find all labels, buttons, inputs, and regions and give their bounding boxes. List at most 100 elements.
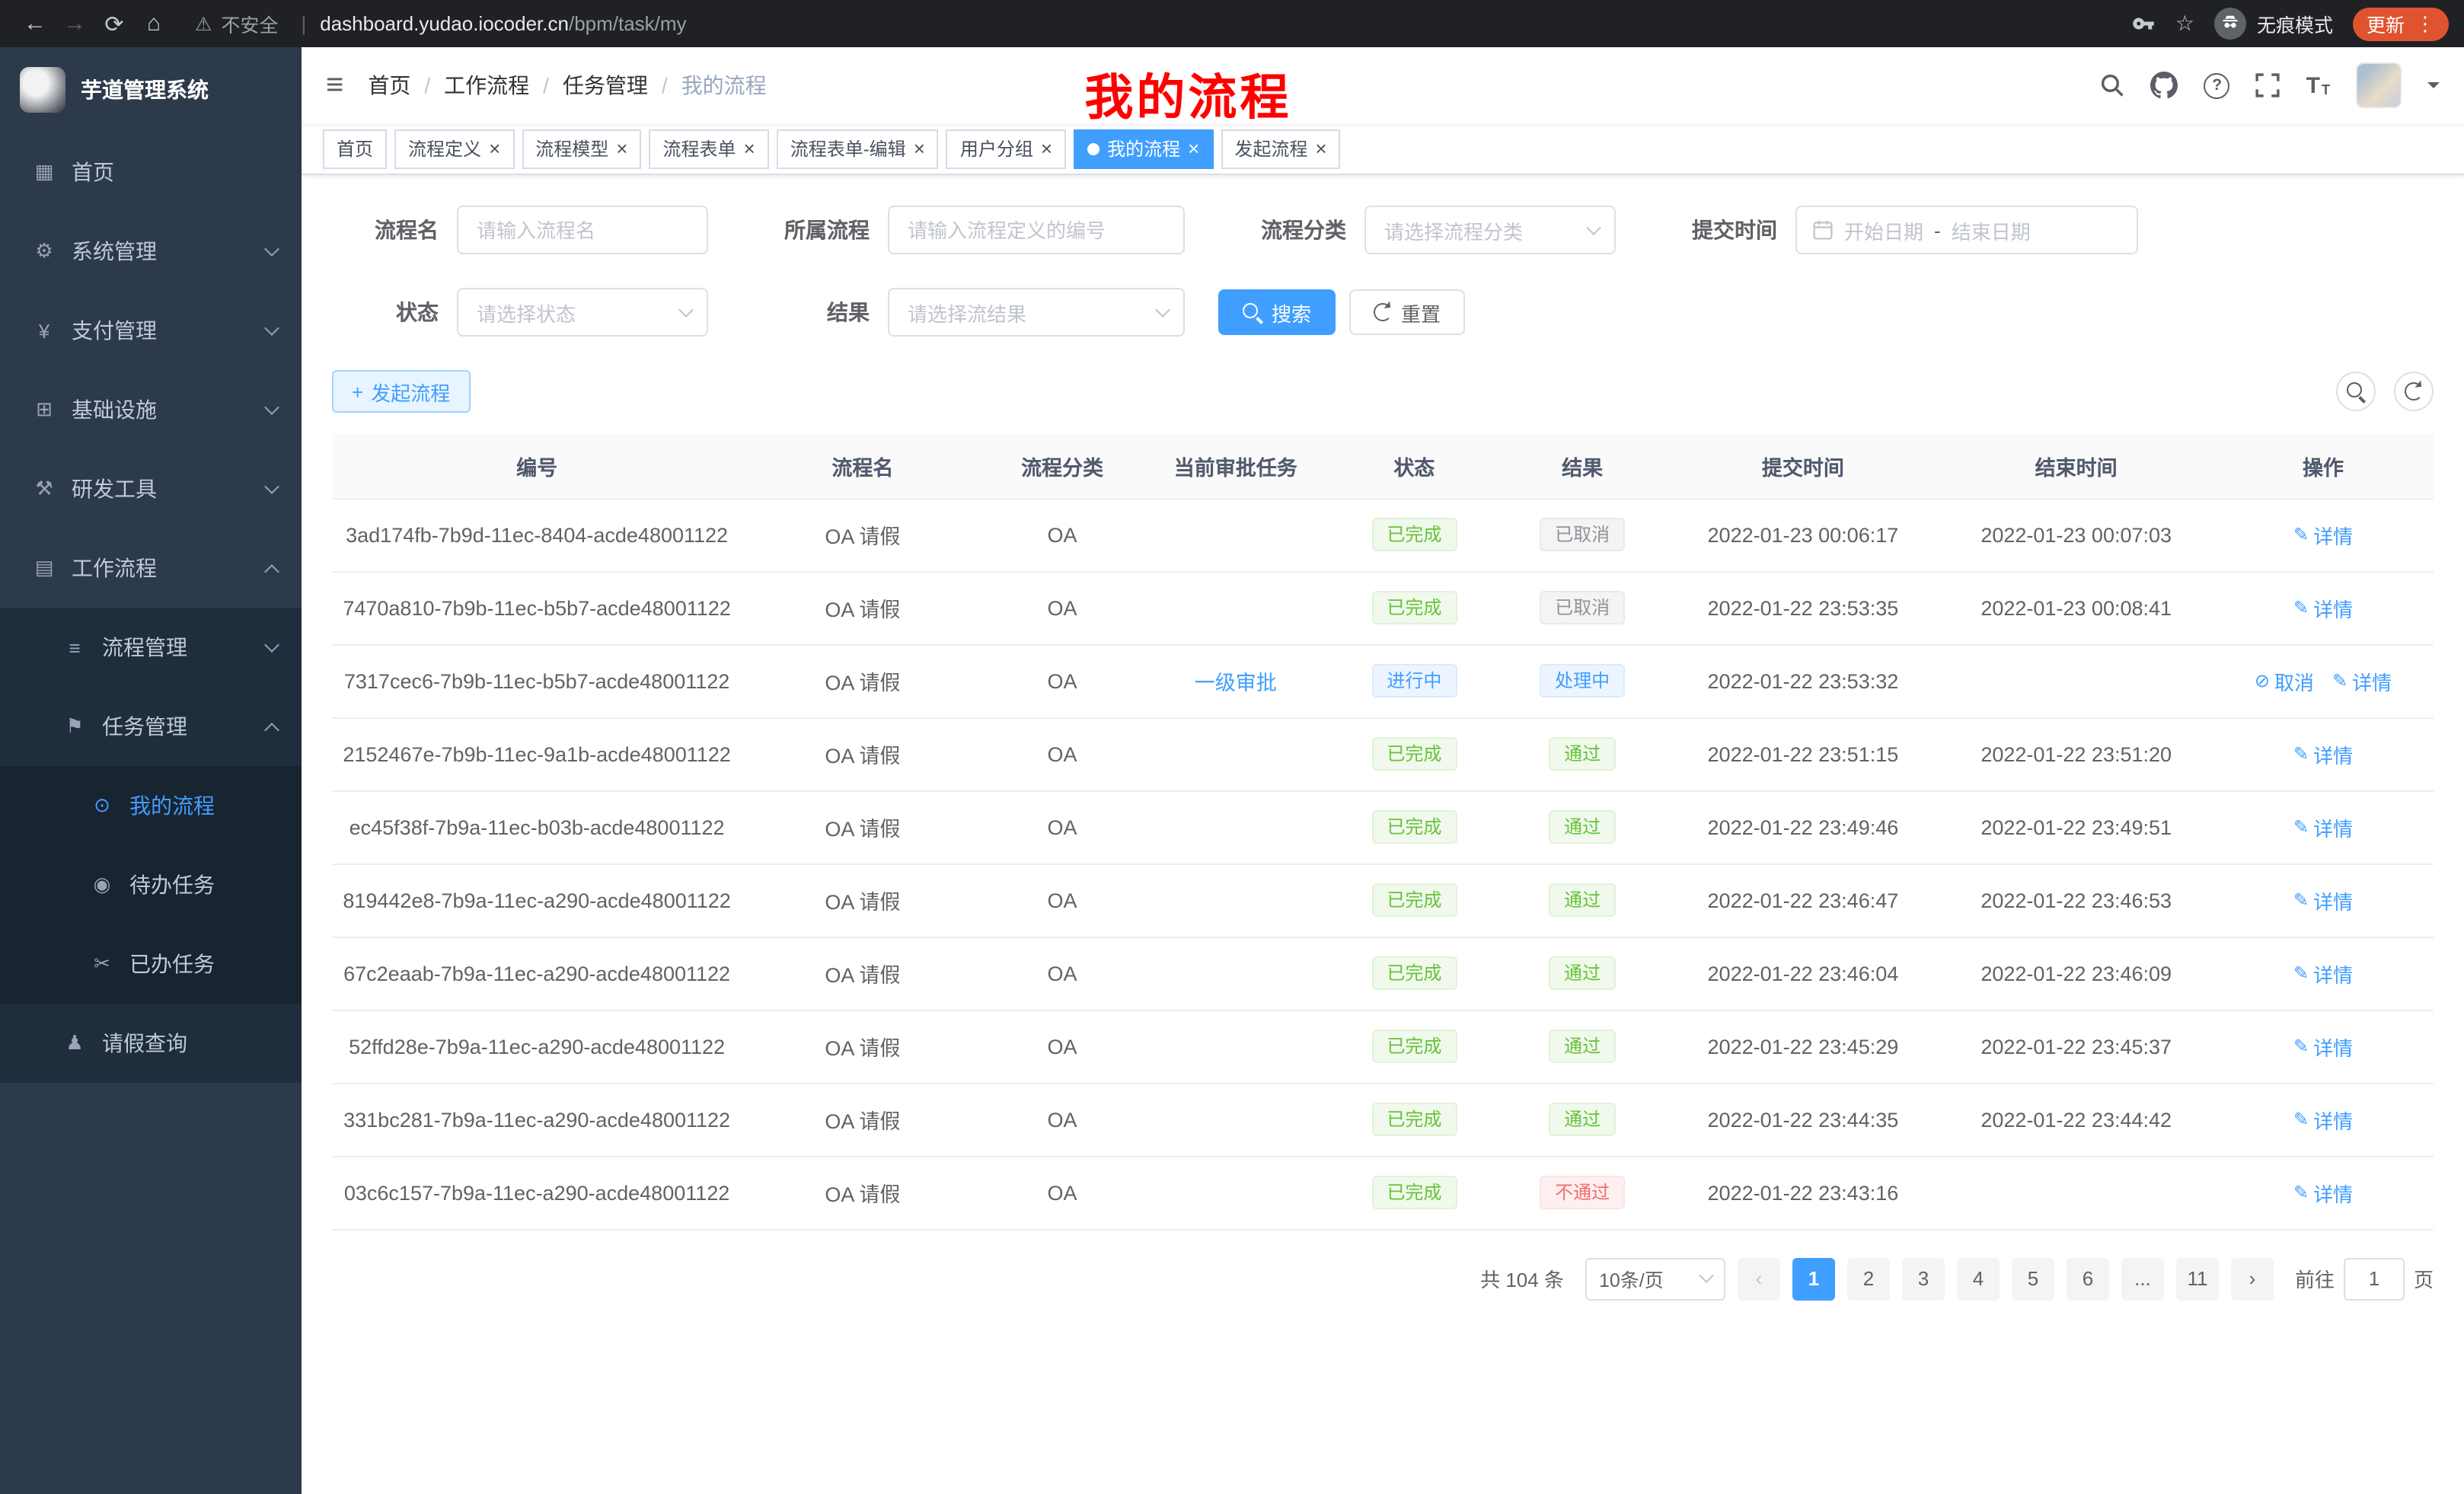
tab-我的流程[interactable]: 我的流程 × bbox=[1074, 129, 1213, 168]
detail-action[interactable]: ✎详情 bbox=[2293, 520, 2353, 549]
bookmark-star-icon[interactable]: ☆ bbox=[2175, 11, 2194, 37]
page-size-select[interactable]: 10条/页 bbox=[1585, 1257, 1725, 1300]
detail-action[interactable]: ✎详情 bbox=[2293, 812, 2353, 841]
detail-action[interactable]: ✎详情 bbox=[2293, 1178, 2353, 1207]
action-label: 详情 bbox=[2313, 1032, 2353, 1061]
fontsize-icon[interactable]: TT bbox=[2306, 74, 2330, 97]
caret-down-icon[interactable] bbox=[2427, 82, 2440, 94]
sidebar-item-支付管理[interactable]: ¥ 支付管理 bbox=[0, 291, 302, 370]
page-button-6[interactable]: 6 bbox=[2067, 1257, 2109, 1300]
sidebar-item-label: 首页 bbox=[72, 157, 114, 187]
page-button-5[interactable]: 5 bbox=[2012, 1257, 2054, 1300]
cancel-action[interactable]: ⊘取消 bbox=[2255, 666, 2314, 695]
close-icon[interactable]: × bbox=[744, 139, 755, 158]
process-name-input[interactable] bbox=[457, 206, 708, 254]
password-key-icon[interactable] bbox=[2133, 12, 2156, 35]
github-icon[interactable] bbox=[2151, 72, 2178, 99]
cell-end-time: 2022-01-22 23:46:09 bbox=[1939, 937, 2213, 1010]
cell-name: OA 请假 bbox=[742, 1083, 983, 1156]
sidebar-toggle-icon[interactable]: ≡ bbox=[326, 70, 343, 101]
tab-label: 我的流程 bbox=[1107, 136, 1180, 161]
sidebar-item-基础设施[interactable]: ⊞基础设施 bbox=[0, 370, 302, 449]
address-bar[interactable]: dashboard.yudao.iocoder.cn/bpm/task/my bbox=[320, 12, 686, 35]
help-icon[interactable]: ? bbox=[2204, 72, 2230, 98]
page-button-2[interactable]: 2 bbox=[1847, 1257, 1890, 1300]
payment-icon: ¥ bbox=[30, 319, 58, 342]
breadcrumb-item[interactable]: 工作流程 bbox=[444, 70, 529, 101]
search-button[interactable]: 搜索 bbox=[1218, 289, 1336, 335]
tab-流程表单-编辑[interactable]: 流程表单-编辑× bbox=[777, 129, 939, 168]
page-more-button[interactable]: ... bbox=[2121, 1257, 2164, 1300]
breadcrumb-item[interactable]: 首页 bbox=[368, 70, 410, 101]
fullscreen-icon[interactable] bbox=[2256, 73, 2280, 97]
detail-action[interactable]: ✎详情 bbox=[2293, 886, 2353, 915]
sidebar-item-首页[interactable]: ▦首页 bbox=[0, 132, 302, 212]
sidebar-item-流程管理[interactable]: ≡流程管理 bbox=[0, 608, 302, 687]
category-select[interactable]: 请选择流程分类 bbox=[1364, 206, 1616, 254]
table-search-toggle-icon[interactable] bbox=[2336, 372, 2376, 411]
close-icon[interactable]: × bbox=[914, 139, 925, 158]
create-process-button[interactable]: + 发起流程 bbox=[332, 370, 470, 413]
sidebar-item-请假查询[interactable]: ♟请假查询 bbox=[0, 1004, 302, 1083]
detail-action[interactable]: ✎详情 bbox=[2332, 666, 2392, 695]
app-logo-row[interactable]: 芋道管理系统 bbox=[0, 47, 302, 132]
current-task-link[interactable]: 一级审批 bbox=[1195, 672, 1277, 694]
submit-time-range-picker[interactable]: 开始日期 - 结束日期 bbox=[1795, 206, 2138, 254]
next-page-button[interactable]: › bbox=[2231, 1257, 2274, 1300]
page-button-3[interactable]: 3 bbox=[1902, 1257, 1945, 1300]
sidebar-menu: ▦首页⚙系统管理 ¥ 支付管理 ⊞基础设施⚒研发工具▤工作流程≡流程管理⚑任务管理⊙我… bbox=[0, 132, 302, 1083]
close-icon[interactable]: × bbox=[1188, 139, 1199, 158]
status-select[interactable]: 请选择状态 bbox=[457, 288, 708, 337]
detail-action[interactable]: ✎详情 bbox=[2293, 593, 2353, 622]
sidebar-item-系统管理[interactable]: ⚙系统管理 bbox=[0, 212, 302, 291]
table-row: 331bc281-7b9a-11ec-a290-acde48001122OA 请… bbox=[332, 1083, 2434, 1156]
tab-首页[interactable]: 首页 bbox=[323, 129, 387, 168]
jump-page-input[interactable] bbox=[2344, 1257, 2405, 1300]
prev-page-button[interactable]: ‹ bbox=[1738, 1257, 1780, 1300]
cell-id: 52ffd28e-7b9a-11ec-a290-acde48001122 bbox=[332, 1010, 742, 1083]
table-refresh-icon[interactable] bbox=[2394, 372, 2434, 411]
cell-category: OA bbox=[984, 790, 1141, 864]
close-icon[interactable]: × bbox=[489, 139, 500, 158]
result-label: 结果 bbox=[742, 297, 870, 327]
tab-流程表单[interactable]: 流程表单× bbox=[649, 129, 768, 168]
tab-发起流程[interactable]: 发起流程× bbox=[1221, 129, 1340, 168]
result-select[interactable]: 请选择流结果 bbox=[888, 288, 1185, 337]
close-icon[interactable]: × bbox=[616, 139, 627, 158]
incognito-label: 无痕模式 bbox=[2257, 9, 2333, 38]
sidebar-item-工作流程[interactable]: ▤工作流程 bbox=[0, 528, 302, 608]
avatar[interactable] bbox=[2356, 62, 2402, 108]
breadcrumb-item[interactable]: 任务管理 bbox=[563, 70, 648, 101]
tab-用户分组[interactable]: 用户分组× bbox=[946, 129, 1066, 168]
detail-action[interactable]: ✎详情 bbox=[2293, 739, 2353, 768]
browser-forward-icon[interactable]: → bbox=[55, 11, 94, 37]
close-icon[interactable]: × bbox=[1315, 139, 1326, 158]
page-button-1[interactable]: 1 bbox=[1792, 1257, 1835, 1300]
browser-back-icon[interactable]: ← bbox=[15, 11, 55, 37]
sidebar-item-研发工具[interactable]: ⚒研发工具 bbox=[0, 449, 302, 528]
sidebar-item-我的流程[interactable]: ⊙我的流程 bbox=[0, 766, 302, 845]
chevron-down-icon bbox=[1586, 219, 1601, 235]
tab-流程定义[interactable]: 流程定义× bbox=[394, 129, 514, 168]
detail-action[interactable]: ✎详情 bbox=[2293, 959, 2353, 988]
browser-reload-icon[interactable]: ⟳ bbox=[94, 10, 134, 37]
tab-流程模型[interactable]: 流程模型× bbox=[522, 129, 641, 168]
detail-action[interactable]: ✎详情 bbox=[2293, 1105, 2353, 1134]
cell-current-task bbox=[1141, 1083, 1330, 1156]
close-icon[interactable]: × bbox=[1041, 139, 1052, 158]
cell-name: OA 请假 bbox=[742, 644, 983, 717]
sidebar-item-label: 支付管理 bbox=[72, 315, 157, 346]
browser-menu-icon[interactable]: ⋮ bbox=[2415, 11, 2435, 36]
parent-process-input[interactable] bbox=[888, 206, 1185, 254]
search-icon[interactable] bbox=[2101, 73, 2125, 97]
browser-home-icon[interactable]: ⌂ bbox=[134, 11, 174, 37]
sidebar-item-待办任务[interactable]: ◉待办任务 bbox=[0, 845, 302, 924]
site-security[interactable]: ⚠ 不安全 | bbox=[195, 9, 320, 38]
reset-button[interactable]: 重置 bbox=[1349, 289, 1465, 335]
page-button-4[interactable]: 4 bbox=[1957, 1257, 2000, 1300]
sidebar-item-已办任务[interactable]: ✂已办任务 bbox=[0, 924, 302, 1004]
page-button-11[interactable]: 11 bbox=[2176, 1257, 2219, 1300]
browser-update-button[interactable]: 更新 ⋮ bbox=[2353, 7, 2449, 40]
sidebar-item-任务管理[interactable]: ⚑任务管理 bbox=[0, 687, 302, 766]
detail-action[interactable]: ✎详情 bbox=[2293, 1032, 2353, 1061]
